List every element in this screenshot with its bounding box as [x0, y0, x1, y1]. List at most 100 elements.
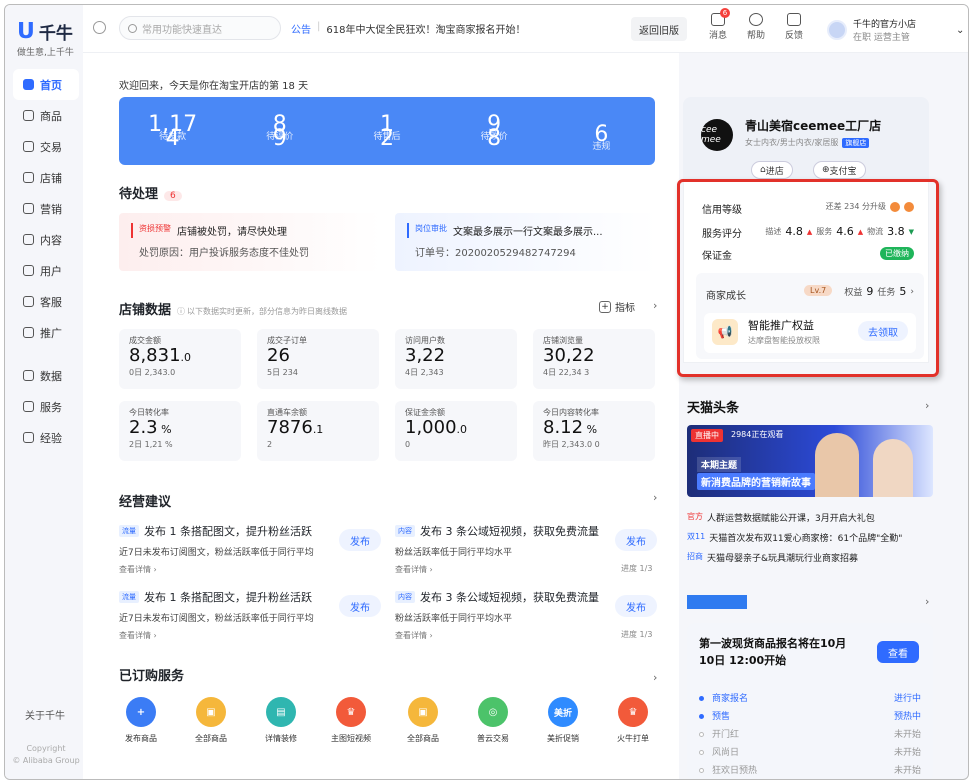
service-item[interactable]: ◎ 普云交易 — [463, 697, 523, 744]
service-item[interactable]: ♛ 火牛打单 — [603, 697, 663, 744]
publish-button[interactable]: 发布 — [339, 529, 381, 551]
search-input[interactable]: 常用功能快速直达 — [119, 16, 281, 40]
service-label: 全部商品 — [195, 734, 227, 743]
stat-sub-b: 日 2,343 — [410, 368, 444, 377]
banner-item[interactable]: 8 待评价 9 — [245, 113, 315, 150]
metrics-label: 指标 — [615, 303, 635, 314]
flagship-badge: 旗舰店 — [842, 137, 870, 148]
banner-label: 待售后 — [373, 132, 401, 142]
sidebar-item-goods[interactable]: 商品 — [13, 100, 79, 131]
stat-sub-b: 日 22,34 3 — [548, 368, 590, 377]
live-banner-image[interactable]: 直播中 2984正在观看 本期主题 新消费品牌的营销新故事 — [687, 425, 933, 497]
advice-item[interactable]: 流量 发布 1 条搭配图文，提升粉丝活跃 近7日未发布订阅图文，粉丝活跃率低于同行… — [119, 523, 314, 575]
stat-card[interactable]: 今日转化率 2.3 % 2日 1,21 % — [119, 401, 241, 461]
advice-more-link[interactable]: 查看详情 › — [119, 564, 314, 575]
sidebar-item-services[interactable]: 服务 — [13, 391, 79, 422]
logo[interactable]: ᑌ 千牛 — [17, 19, 73, 44]
alert-card-approval[interactable]: 岗位审批 文案最多展示一行文案最多展示... 订单号：20200205294827… — [395, 213, 657, 271]
search-icon — [128, 23, 137, 33]
alipay-label: 支付宝 — [829, 166, 857, 177]
sidebar-item-label: 商品 — [40, 109, 62, 123]
copyright: Copyright © Alibaba Group — [11, 743, 81, 767]
chevron-right-icon[interactable]: › — [653, 299, 657, 312]
timeline-item: 预售 预热中 — [699, 709, 921, 722]
advice-item[interactable]: 流量 发布 1 条搭配图文，提升粉丝活跃 近7日未发布订阅图文，粉丝活跃率低于同行… — [119, 589, 314, 641]
service-label: 发布商品 — [125, 734, 157, 743]
help-button[interactable]: 帮助 — [739, 13, 773, 41]
sidebar-item-content[interactable]: 内容 — [13, 224, 79, 255]
chevron-right-icon[interactable]: › — [925, 399, 929, 412]
messages-label: 消息 — [708, 31, 727, 41]
stat-card[interactable]: 保证金余额 1,000.0 0 — [395, 401, 517, 461]
user-menu[interactable]: 千牛的官方小店 在职 运营主管 ⌄ — [827, 17, 964, 43]
stat-value: 1,000 — [405, 417, 457, 438]
chevron-right-icon[interactable]: › — [925, 595, 929, 608]
publish-button[interactable]: 发布 — [615, 595, 657, 617]
chevron-right-icon[interactable]: › — [653, 671, 657, 684]
alipay-button[interactable]: ⊕ 支付宝 — [813, 161, 866, 179]
sidebar-item-shop[interactable]: 店铺 — [13, 162, 79, 193]
banner-label: 违规 — [592, 142, 611, 152]
advice-item[interactable]: 内容 发布 3 条公域短视频，获取免费流量 粉丝活跃率低于同行平均水平 查看详情 … — [395, 523, 599, 575]
announcement[interactable]: 公告 | 618年中大促全民狂欢！淘宝商家报名开始！ — [291, 21, 525, 36]
advice-more-link[interactable]: 查看详情 › — [119, 630, 314, 641]
sidebar-item-home[interactable]: 首页 — [13, 69, 79, 100]
right-panel: cee mee 青山美宿ceemee工厂店 女士内衣/男士内衣/家居服 旗舰店 ⌂… — [677, 53, 968, 779]
banner-item[interactable]: 1 待售后 2 — [352, 113, 422, 150]
chevron-right-icon[interactable]: › — [653, 491, 657, 504]
service-item[interactable]: ▤ 详情装修 — [251, 697, 311, 744]
news-item[interactable]: 双11 天猫首次发布双11爱心商家榜：61个品牌"全勤" — [687, 531, 902, 544]
stat-card[interactable]: 访问用户数 3,22 4日 2,343 — [395, 329, 517, 389]
sidebar-item-users[interactable]: 用户 — [13, 255, 79, 286]
history-icon[interactable] — [93, 21, 106, 34]
service-item[interactable]: 美折 美折促销 — [533, 697, 593, 744]
news-text: 人群运营数据赋能公开课，3月开启大礼包 — [707, 514, 875, 524]
service-item[interactable]: + 发布商品 — [111, 697, 171, 744]
sidebar-item-service[interactable]: 客服 — [13, 286, 79, 317]
news-item[interactable]: 官方 人群运营数据赋能公开课，3月开启大礼包 — [687, 511, 875, 524]
messages-button[interactable]: 6 消息 — [701, 8, 735, 41]
stat-card[interactable]: 成交子订单 26 5日 234 — [257, 329, 379, 389]
alert-card-penalty[interactable]: 资损预警 店铺被处罚，请尽快处理 处罚原因：用户投诉服务态度不佳处罚 — [119, 213, 381, 271]
banner-item[interactable]: 1,17 待发款 4 — [138, 113, 208, 150]
chevron-down-icon[interactable]: ⌄ — [956, 25, 964, 36]
enter-shop-button[interactable]: ⌂ 进店 — [751, 161, 793, 179]
view-button[interactable]: 查看 — [877, 641, 919, 663]
sidebar-item-promote[interactable]: 推广 — [13, 317, 79, 348]
sidebar-item-trade[interactable]: 交易 — [13, 131, 79, 162]
sidebar-item-experience[interactable]: 经验 — [13, 422, 79, 453]
stat-card[interactable]: 店铺浏览量 30,22 4日 22,34 3 — [533, 329, 655, 389]
publish-button[interactable]: 发布 — [615, 529, 657, 551]
highlight-annotation — [677, 179, 939, 377]
sidebar-item-label: 首页 — [40, 78, 62, 92]
banner-item[interactable]: 6 违规 — [566, 123, 636, 153]
advice-more-link[interactable]: 查看详情 › — [395, 564, 599, 575]
stat-card[interactable]: 成交金额 8,831.0 0日 2,343.0 — [119, 329, 241, 389]
stat-card[interactable]: 直通车余额 7876.1 2 — [257, 401, 379, 461]
feedback-button[interactable]: 反馈 — [777, 13, 811, 41]
shop-name: 青山美宿ceemee工厂店 — [745, 119, 882, 133]
headset-icon — [23, 296, 34, 307]
service-item[interactable]: ▣ 全部商品 — [181, 697, 241, 744]
advice-tag: 流量 — [119, 525, 139, 537]
sidebar-item-data[interactable]: 数据 — [13, 360, 79, 391]
stat-sub-b: 日 1,21 % — [134, 440, 173, 449]
todo-banner: 1,17 待发款 4 8 待评价 9 1 待售后 2 9 待改价 8 6 违规 — [119, 97, 655, 165]
news-item[interactable]: 招商 天猫母婴亲子&玩具潮玩行业商家招募 — [687, 551, 858, 564]
advice-more-link[interactable]: 查看详情 › — [395, 630, 599, 641]
pending-title-text: 待处理 — [119, 187, 159, 202]
advice-item[interactable]: 内容 发布 3 条公域短视频，获取免费流量 粉丝活跃率低于同行平均水平 查看详情 … — [395, 589, 599, 641]
banner-item[interactable]: 9 待改价 8 — [459, 113, 529, 150]
stat-decimal: % — [157, 423, 172, 436]
sidebar-item-marketing[interactable]: 营销 — [13, 193, 79, 224]
avatar — [827, 20, 847, 40]
about-link[interactable]: 关于千牛 — [25, 707, 65, 722]
stat-card[interactable]: 今日内容转化率 8.12 % 昨日 2,343.0 0 — [533, 401, 655, 461]
promote-icon — [23, 327, 34, 338]
service-item[interactable]: ▣ 全部商品 — [393, 697, 453, 744]
old-version-button[interactable]: 返回旧版 — [631, 17, 687, 41]
metrics-button[interactable]: + 指标 — [599, 299, 635, 314]
sidebar-item-label: 客服 — [40, 295, 62, 309]
service-item[interactable]: ♛ 主图短视频 — [321, 697, 381, 744]
publish-button[interactable]: 发布 — [339, 595, 381, 617]
